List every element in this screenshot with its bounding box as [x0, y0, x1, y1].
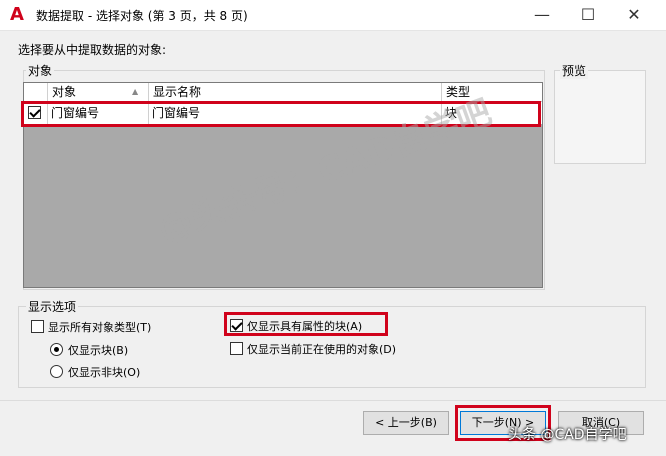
- cell-object: 门窗编号: [48, 102, 149, 124]
- column-header-object[interactable]: 对象 ▲: [48, 83, 149, 101]
- cell-type: 块: [445, 106, 458, 120]
- checkbox-column-header: [24, 83, 48, 101]
- sort-ascending-icon: ▲: [132, 87, 139, 96]
- row-checkbox-cell[interactable]: [24, 102, 48, 124]
- table-row[interactable]: 门窗编号 门窗编号 块: [24, 102, 542, 124]
- nonblocks-only-label[interactable]: 仅显示非块(O): [68, 364, 140, 380]
- grid-header: 对象 ▲ 显示名称 类型: [24, 83, 542, 102]
- back-button[interactable]: < 上一步(B): [363, 411, 449, 435]
- column-header-object-label: 对象: [52, 85, 77, 99]
- show-all-types-label[interactable]: 显示所有对象类型(T): [48, 319, 151, 335]
- blocks-only-radio[interactable]: [50, 343, 63, 356]
- selection-prompt: 选择要从中提取数据的对象:: [18, 43, 167, 57]
- column-header-type[interactable]: 类型: [442, 83, 542, 101]
- objects-in-use-checkbox[interactable]: [230, 342, 243, 355]
- show-all-types-checkbox[interactable]: [31, 320, 44, 333]
- maximize-button[interactable]: ☐: [566, 0, 610, 30]
- blocks-with-attributes-label[interactable]: 仅显示具有属性的块(A): [247, 318, 362, 334]
- objects-group-label: 对象: [26, 62, 55, 79]
- row-checkbox[interactable]: [28, 106, 41, 119]
- preview-panel: [554, 70, 646, 164]
- blocks-only-label[interactable]: 仅显示块(B): [68, 342, 128, 358]
- display-options-label: 显示选项: [26, 298, 79, 315]
- corner-watermark: 头条 @CAD自学吧: [508, 427, 627, 443]
- blocks-with-attributes-checkbox[interactable]: [230, 319, 243, 332]
- minimize-button[interactable]: —: [520, 0, 564, 30]
- title-bar: A 数据提取 - 选择对象 (第 3 页，共 8 页) — ☐ ✕: [0, 0, 666, 31]
- preview-group-label: 预览: [560, 62, 589, 79]
- autocad-logo-icon: A: [10, 4, 24, 25]
- button-area-separator: [0, 400, 666, 401]
- objects-grid[interactable]: 对象 ▲ 显示名称 类型 门窗编号 门窗编号 块: [23, 82, 543, 288]
- nonblocks-only-radio[interactable]: [50, 365, 63, 378]
- close-button[interactable]: ✕: [612, 0, 656, 30]
- objects-in-use-label[interactable]: 仅显示当前正在使用的对象(D): [247, 341, 396, 357]
- window-title: 数据提取 - 选择对象 (第 3 页，共 8 页): [36, 9, 248, 23]
- column-header-display-name[interactable]: 显示名称: [149, 83, 442, 101]
- cell-display-name[interactable]: 门窗编号: [149, 102, 442, 124]
